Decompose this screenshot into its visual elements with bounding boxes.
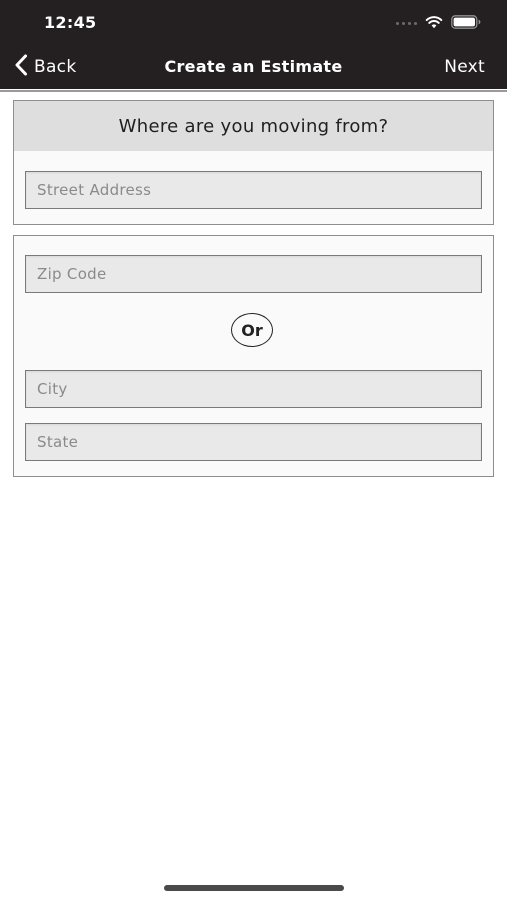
zip-code-input[interactable] bbox=[25, 255, 482, 293]
street-address-input[interactable] bbox=[25, 171, 482, 209]
location-card: Or bbox=[13, 235, 494, 477]
chevron-left-icon bbox=[14, 54, 28, 80]
back-button[interactable]: Back bbox=[14, 45, 76, 89]
status-icons bbox=[396, 14, 481, 32]
city-input[interactable] bbox=[25, 370, 482, 408]
nav-divider bbox=[0, 89, 507, 92]
status-bar: 12:45 bbox=[0, 0, 507, 45]
back-label: Back bbox=[34, 57, 77, 77]
moving-from-heading: Where are you moving from? bbox=[14, 101, 493, 151]
moving-from-card: Where are you moving from? bbox=[13, 100, 494, 225]
battery-icon bbox=[451, 14, 481, 33]
state-input[interactable] bbox=[25, 423, 482, 461]
wifi-icon bbox=[425, 14, 443, 33]
home-indicator[interactable] bbox=[164, 885, 344, 891]
status-time: 12:45 bbox=[44, 13, 97, 32]
or-divider-badge: Or bbox=[231, 313, 273, 347]
navigation-bar: Back Create an Estimate Next bbox=[0, 45, 507, 89]
next-button[interactable]: Next bbox=[444, 45, 485, 89]
cellular-dots-icon bbox=[396, 21, 417, 25]
